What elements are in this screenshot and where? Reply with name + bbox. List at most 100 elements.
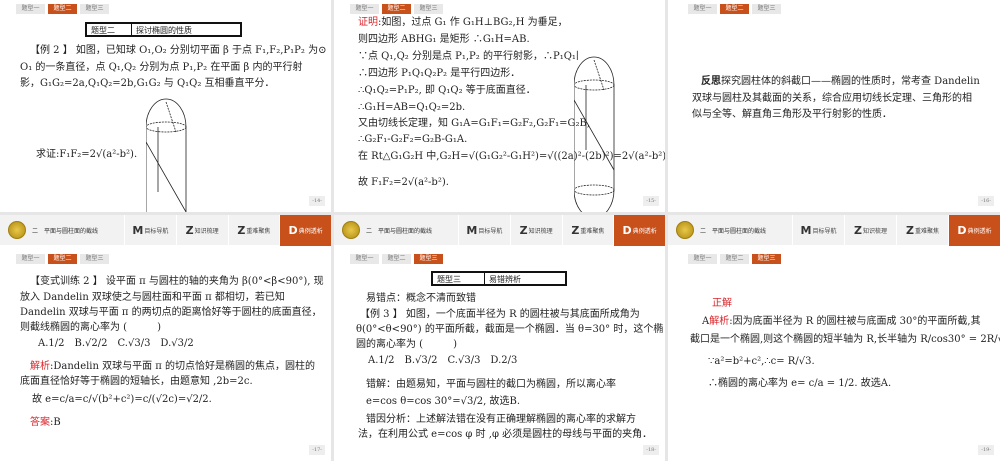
question-type-tabs: 题型一 题型二 题型三	[350, 254, 443, 264]
slide-19: 二 平面与圆柱面的截线 M 目标导航 Z 知识梳理 Z 重难聚焦 D 典例透析 题型一 …	[668, 215, 1000, 461]
tab-type-1[interactable]: 题型一	[16, 4, 45, 14]
example-text: O₁ 的一条直径，点 Q₁,Q₂ 分别为点 P₁,P₂ 在平面 β 内的平行射	[20, 62, 303, 73]
nav-key-points[interactable]: Z 重难聚焦	[561, 215, 614, 245]
proof-text: :如图，过点 G₁ 作 G₁H⊥BG₂,H 为垂足，	[378, 17, 568, 28]
tab-type-2[interactable]: 题型二	[48, 254, 77, 264]
tab-type-2[interactable]: 题型二	[48, 4, 77, 14]
tab-type-3[interactable]: 题型三	[80, 254, 109, 264]
nav-letter: Z	[854, 223, 862, 237]
nav-letter: M	[466, 223, 478, 237]
analysis-text: :Dandelin 双球与平面 π 的切点恰好是椭圆的焦点，圆柱的	[50, 361, 316, 372]
section-title: 易错辨析	[489, 275, 521, 284]
lesson-title: 二 平面与圆柱面的截线	[366, 227, 433, 235]
answer-label: 答案	[30, 417, 50, 428]
nav-label: 重难聚焦	[246, 227, 271, 235]
page-number: -19-	[978, 445, 994, 455]
reflection-text: 探究圆柱体的斜截口——椭圆的性质时，常考查 Dandelin	[721, 76, 980, 87]
nav-letter: M	[800, 223, 812, 237]
tab-type-2[interactable]: 题型二	[382, 4, 411, 14]
example-text: 影，G₁G₂=2a,Q₁Q₂=2b,G₁G₂ 与 Q₁Q₂ 互相垂直平分．	[20, 78, 275, 89]
nav-letter: Z	[571, 223, 580, 237]
section-title: 探讨椭圆的性质	[136, 26, 192, 35]
slide-header: 二 平面与圆柱面的截线 M 目标导航 Z 知识梳理 Z 重难聚焦 D 典例透析	[668, 215, 1000, 246]
solution-line: ∴椭圆的离心率为 e= c/a = 1/2. 故选A.	[708, 378, 892, 389]
slide-18: 二 平面与圆柱面的截线 M 目标导航 Z 知识梳理 Z 重难聚焦 D 典例透析 题型一 …	[334, 215, 665, 461]
error-point: 易错点：概念不清而致错	[366, 293, 476, 304]
question-type-tabs: 题型一 题型二 题型三	[16, 254, 109, 264]
nav-key-points[interactable]: Z 重难聚焦	[227, 215, 280, 245]
nav-examples[interactable]: D 典例透析	[613, 215, 665, 246]
nav-letter: Z	[185, 223, 194, 237]
nav-label: 知识梳理	[862, 227, 887, 235]
slide-header: 二 平面与圆柱面的截线 M 目标导航 Z 知识梳理 Z 重难聚焦 D 典例透析	[334, 215, 665, 246]
question-type-tabs: 题型一 题型二 题型三	[688, 254, 781, 264]
page-number: -16-	[978, 196, 994, 206]
school-logo	[676, 221, 694, 239]
exercise-text: 放入 Dandelin 双球使之与圆柱面和平面 π 都相切，若已知	[20, 292, 285, 303]
reflection-line: 似与全等、解直角三角形及平行射影的性质．	[692, 109, 892, 120]
nav-goals[interactable]: M 目标导航	[124, 215, 176, 245]
tab-type-1[interactable]: 题型一	[350, 4, 379, 14]
page-number: -15-	[643, 196, 659, 206]
proof-label: 证明	[358, 17, 378, 28]
nav-label: 典例透析	[967, 227, 992, 235]
proof-line: 证明:如图，过点 G₁ 作 G₁H⊥BG₂,H 为垂足，	[358, 16, 568, 30]
question-type-tabs: 题型一 题型二 题型三	[350, 4, 443, 14]
lesson-title: 二 平面与圆柱面的截线	[32, 227, 99, 235]
exercise-text: 则截线椭圆的离心率为 ( )	[20, 322, 161, 333]
proof-line: 则四边形 ABHG₁ 是矩形 ∴G₁H=AB.	[358, 34, 530, 45]
nav-goals[interactable]: M 目标导航	[792, 215, 844, 245]
wrong-solution: e=cos θ=cos 30°=√3/2, 故选B.	[366, 396, 521, 407]
nav-letter: D	[622, 223, 632, 237]
example-text: 圆的离心率为 ( )	[356, 339, 457, 350]
analysis-line: 底面直径恰好等于椭圆的短轴长，由题意知 ,2b=2c.	[20, 376, 253, 387]
tab-type-2[interactable]: 题型二	[720, 254, 749, 264]
solution-line: ∵a²=b²+c²,∴c= R/√3.	[708, 356, 815, 367]
tab-type-1[interactable]: 题型一	[16, 254, 45, 264]
proof-line: ∴Q₁Q₂=P₁P₂, 即 Q₁Q₂ 等于底面直径．	[358, 85, 536, 96]
tab-type-2[interactable]: 题型二	[382, 254, 411, 264]
tab-type-3[interactable]: 题型三	[752, 4, 781, 14]
nav-knowledge[interactable]: Z 知识梳理	[175, 215, 228, 245]
solution-text: :因为底面半径为 R 的圆柱被与底面成 30°的平面所截,其	[729, 316, 981, 327]
tab-type-1[interactable]: 题型一	[688, 4, 717, 14]
tab-type-2[interactable]: 题型二	[720, 4, 749, 14]
nav-letter: Z	[519, 223, 528, 237]
section-title-box: 题型三 易错辨析	[431, 271, 567, 286]
nav-examples[interactable]: D 典例透析	[279, 215, 331, 246]
nav-key-points[interactable]: Z 重难聚焦	[896, 215, 948, 245]
tab-type-1[interactable]: 题型一	[688, 254, 717, 264]
nav-letter: M	[132, 223, 144, 237]
nav-examples[interactable]: D 典例透析	[948, 215, 1000, 246]
tab-type-1[interactable]: 题型一	[350, 254, 379, 264]
slide-header: 二 平面与圆柱面的截线 M 目标导航 Z 知识梳理 Z 重难聚焦 D 典例透析	[0, 215, 331, 246]
answer-line: 答案:B	[30, 416, 61, 430]
tab-type-3[interactable]: 题型三	[80, 4, 109, 14]
nav-knowledge[interactable]: Z 知识梳理	[844, 215, 896, 245]
example-text: θ(0°<θ<90°) 的平面所截，截面是一个椭圆．当 θ=30° 时，这个椭	[356, 324, 664, 335]
analysis-line: 解析:Dandelin 双球与平面 π 的切点恰好是椭圆的焦点，圆柱的	[30, 360, 315, 374]
nav-knowledge[interactable]: Z 知识梳理	[509, 215, 562, 245]
proof-line: 故 F₁F₂=2√(a²-b²).	[358, 177, 449, 188]
wrong-solution: 错解：由题易知，平面与圆柱的截口为椭圆，所以离心率	[366, 379, 616, 390]
correct-solution-label: 正解	[712, 298, 732, 309]
analysis-label: 解析	[709, 316, 730, 327]
proof-line: ∴G₁H=AB=Q₁Q₂=2b.	[358, 102, 466, 113]
page-number: -14-	[309, 196, 325, 206]
exercise-text: Dandelin 双球与平面 π 的两切点的距离恰好等于圆柱的底面直径，	[20, 307, 322, 318]
page-number: -18-	[643, 445, 659, 455]
nav-label: 目标导航	[812, 227, 837, 235]
tab-type-3[interactable]: 题型三	[414, 4, 443, 14]
analysis-line: 故 e=c/a=c/√(b²+c²)=c/(√2c)=√2/2.	[32, 394, 212, 405]
slide-16: 题型一 题型二 题型三 反思探究圆柱体的斜截口——椭圆的性质时，常考查 Dand…	[668, 0, 1000, 212]
nav-letter: D	[288, 223, 298, 237]
answer-options: A.1/2 B.√2/2 C.√3/3 D.√3/2	[38, 338, 194, 349]
school-logo	[342, 221, 360, 239]
example-text: 【例 3 】 如图，一个底面半径为 R 的圆柱被与其底面所成角为	[360, 309, 640, 320]
tab-type-3[interactable]: 题型三	[752, 254, 781, 264]
solution-line: 截口是一个椭圆,则这个椭圆的短半轴为 R,长半轴为 R/cos30° = 2R/…	[690, 334, 1000, 345]
nav-goals[interactable]: M 目标导航	[458, 215, 510, 245]
tab-type-3[interactable]: 题型三	[414, 254, 443, 264]
nav-letter: Z	[237, 223, 246, 237]
analysis-label: 解析	[30, 361, 50, 372]
